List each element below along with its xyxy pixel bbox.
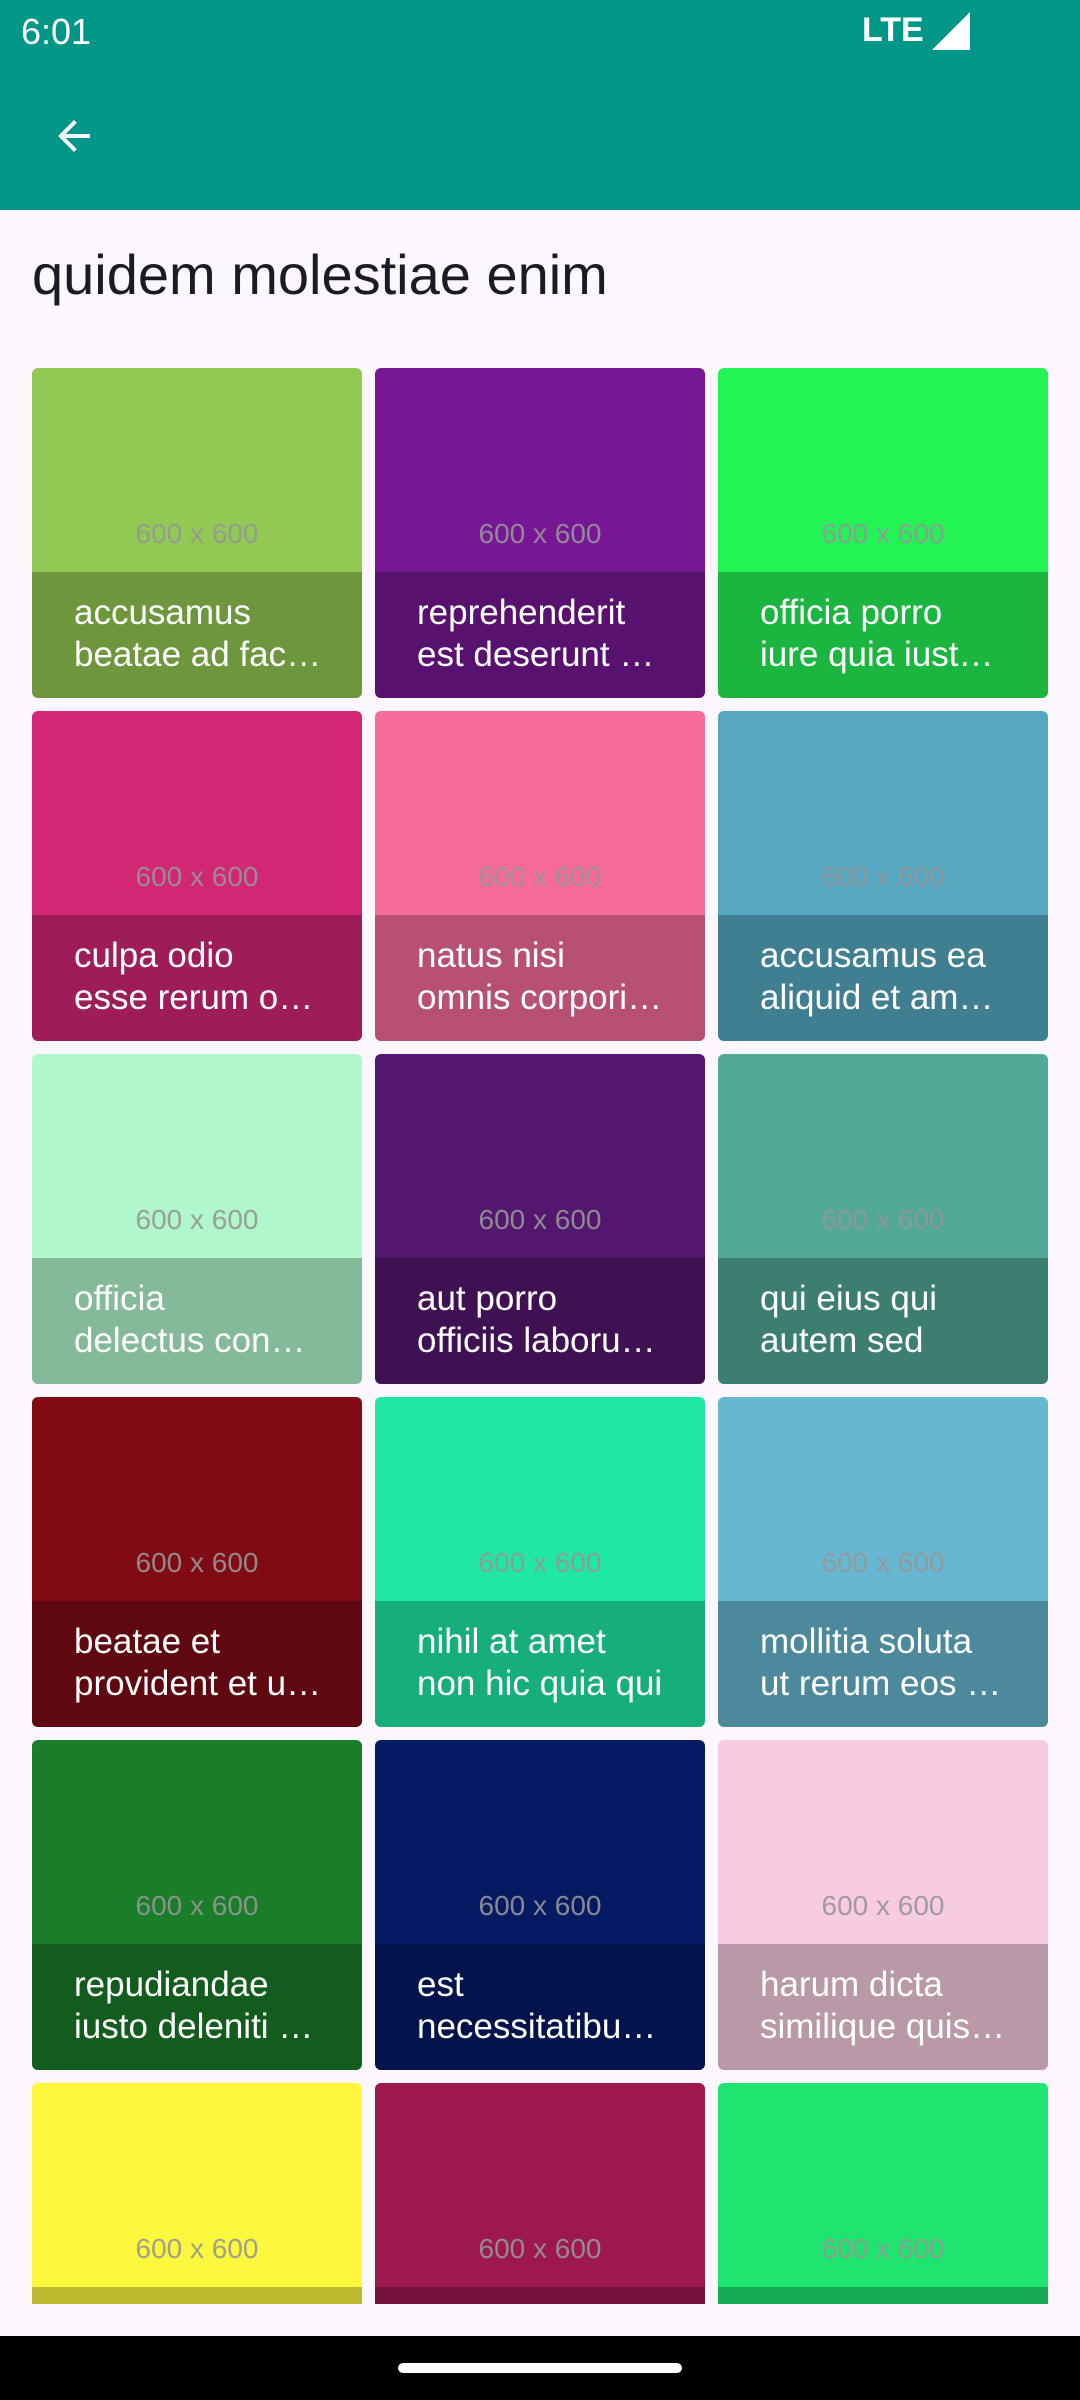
image-size-label: 600 x 600 <box>478 1547 602 1578</box>
photo-title-line1: qui eius qui <box>760 1279 938 1318</box>
photo-title-line1: repudiandae <box>74 1965 269 2004</box>
network-label: LTE <box>862 11 924 49</box>
image-size-label: 600 x 600 <box>135 2233 259 2264</box>
photo-tile[interactable]: 600 x 600 repudiandaeiusto deleniti rerum <box>32 1740 362 2070</box>
photo-tile[interactable]: 600 x 600 <box>32 2083 362 2304</box>
status-bar: 6:01 LTE <box>0 0 1080 62</box>
photo-title-line2: provident et ut vel <box>74 1664 322 1703</box>
photo-caption <box>32 2287 362 2304</box>
photo-title-line2: omnis corporis facere molestiae rerum in <box>417 978 665 1017</box>
photo-tile[interactable]: 600 x 600 <box>718 2083 1048 2304</box>
photo-title-line1: aut porro <box>417 1279 558 1318</box>
image-size-label: 600 x 600 <box>135 1547 259 1578</box>
photo-caption: beatae etprovident et ut vel <box>32 1601 362 1727</box>
photo-tile[interactable]: 600 x 600 officia porroiure quia iusto qu… <box>718 368 1048 698</box>
photo-tile[interactable]: 600 x 600 beatae etprovident et ut vel <box>32 1397 362 1727</box>
photo-caption: officiadelectus consequatur vero aut ven… <box>32 1258 362 1384</box>
arrow-left-icon <box>58 120 90 152</box>
photo-tile[interactable]: 600 x 600 accusamusbeatae ad facilis cum … <box>32 368 362 698</box>
app-bar <box>0 62 1080 210</box>
photo-title-line2: similique quis dolore earum ex qui <box>760 2007 1008 2046</box>
photo-caption: mollitia solutaut rerum eos aliquam cons… <box>718 1601 1048 1727</box>
page-title: quidem molestiae enim <box>32 243 608 306</box>
image-size-label: 600 x 600 <box>478 861 602 892</box>
image-size-label: 600 x 600 <box>135 861 259 892</box>
photo-tile[interactable]: 600 x 600 aut porroofficiis laborum odit … <box>375 1054 705 1384</box>
photo-title-line1: nihil at amet <box>417 1622 606 1661</box>
image-size-label: 600 x 600 <box>821 861 945 892</box>
photo-caption: aut porroofficiis laborum odit ea laudan… <box>375 1258 705 1384</box>
image-size-label: 600 x 600 <box>478 1890 602 1921</box>
photo-title-line2: iusto deleniti rerum <box>74 2007 322 2046</box>
photo-title-line1: natus nisi <box>417 936 565 975</box>
photo-tile[interactable]: 600 x 600 nihil at amet non hic quia qui <box>375 1397 705 1727</box>
photo-caption <box>718 2287 1048 2304</box>
image-size-label: 600 x 600 <box>478 2233 602 2264</box>
photo-tile[interactable]: 600 x 600 accusamus eaaliquid et amet seq… <box>718 711 1048 1041</box>
photo-title-line2: delectus consequatur vero aut veniam exp… <box>74 1321 322 1360</box>
photo-title-line2: ut rerum eos aliquam consequatur perspic… <box>760 1664 1008 1703</box>
photo-tile[interactable]: 600 x 600 officiadelectus consequatur ver… <box>32 1054 362 1384</box>
photo-caption: natus nisiomnis corporis facere molestia… <box>375 915 705 1041</box>
image-size-label: 600 x 600 <box>135 518 259 549</box>
photo-caption: qui eius qui autem sed <box>718 1258 1048 1384</box>
photo-title-line2: iure quia iusto qui ipsa ut modi <box>760 635 1008 674</box>
photo-caption <box>375 2287 705 2304</box>
image-size-label: 600 x 600 <box>821 1204 945 1235</box>
image-size-label: 600 x 600 <box>821 2233 945 2264</box>
photo-title-line1: officia porro <box>760 593 943 632</box>
signal-icon <box>932 12 970 50</box>
photo-title-line1: beatae et <box>74 1622 220 1661</box>
photo-title-line2: est deserunt velit ipsam <box>417 635 665 674</box>
image-size-label: 600 x 600 <box>821 1547 945 1578</box>
photo-title-line1: reprehenderit <box>417 593 626 632</box>
photo-caption: accusamus eaaliquid et amet sequi nemo <box>718 915 1048 1041</box>
photo-caption: estnecessitatibus architecto ut laborum <box>375 1944 705 2070</box>
photo-title-line1: harum dicta <box>760 1965 943 2004</box>
photo-grid: 600 x 600 accusamusbeatae ad facilis cum … <box>32 368 1048 2304</box>
photo-title-line2: autem sed <box>760 1321 924 1360</box>
photo-tile[interactable]: 600 x 600 reprehenderitest deserunt velit… <box>375 368 705 698</box>
photo-title-line2: esse rerum omnis laboriosam voluptate re… <box>74 978 322 1017</box>
photo-title-line1: accusamus <box>74 593 252 632</box>
photo-tile[interactable]: 600 x 600 harum dictasimilique quis dolor… <box>718 1740 1048 2070</box>
photo-title-line2: aliquid et amet sequi nemo <box>760 978 1008 1017</box>
photo-tile[interactable]: 600 x 600 culpa odioesse rerum omnis labo… <box>32 711 362 1041</box>
photo-caption: repudiandaeiusto deleniti rerum <box>32 1944 362 2070</box>
photo-caption: accusamusbeatae ad facilis cum similique… <box>32 572 362 698</box>
status-time: 6:01 <box>21 11 92 52</box>
photo-caption: reprehenderitest deserunt velit ipsam <box>375 572 705 698</box>
photo-title-line2: non hic quia qui <box>417 1664 663 1703</box>
photo-tile[interactable]: 600 x 600 natus nisiomnis corporis facere… <box>375 711 705 1041</box>
photo-title-line1: est <box>417 1965 464 2004</box>
image-size-label: 600 x 600 <box>478 1204 602 1235</box>
back-button[interactable] <box>40 102 108 170</box>
image-size-label: 600 x 600 <box>821 1890 945 1921</box>
photo-caption: harum dictasimilique quis dolore earum e… <box>718 1944 1048 2070</box>
photo-title-line1: culpa odio <box>74 936 234 975</box>
photo-caption: nihil at amet non hic quia qui <box>375 1601 705 1727</box>
photo-tile[interactable]: 600 x 600 mollitia soluta ut rerum eos ali… <box>718 1397 1048 1727</box>
photo-title-line2: officiis laborum odit ea laudantium corp… <box>417 1321 665 1360</box>
photo-title-line2: necessitatibus architecto ut laborum <box>417 2007 665 2046</box>
photo-title-line1: accusamus ea <box>760 936 986 975</box>
image-size-label: 600 x 600 <box>135 1890 259 1921</box>
photo-title-line1: officia <box>74 1279 165 1318</box>
photo-caption: officia porroiure quia iusto qui ipsa ut… <box>718 572 1048 698</box>
photo-caption: culpa odioesse rerum omnis laboriosam vo… <box>32 915 362 1041</box>
photo-tile[interactable]: 600 x 600 <box>375 2083 705 2304</box>
photo-title-line1: mollitia soluta <box>760 1622 973 1661</box>
photo-title-line2: beatae ad facilis cum similique qui sunt <box>74 635 322 674</box>
photo-tile[interactable]: 600 x 600 estnecessitatibus architecto ut… <box>375 1740 705 2070</box>
image-size-label: 600 x 600 <box>821 518 945 549</box>
home-indicator[interactable] <box>398 2363 682 2373</box>
image-size-label: 600 x 600 <box>135 1204 259 1235</box>
image-size-label: 600 x 600 <box>478 518 602 549</box>
photo-tile[interactable]: 600 x 600 qui eius qui autem sed <box>718 1054 1048 1384</box>
